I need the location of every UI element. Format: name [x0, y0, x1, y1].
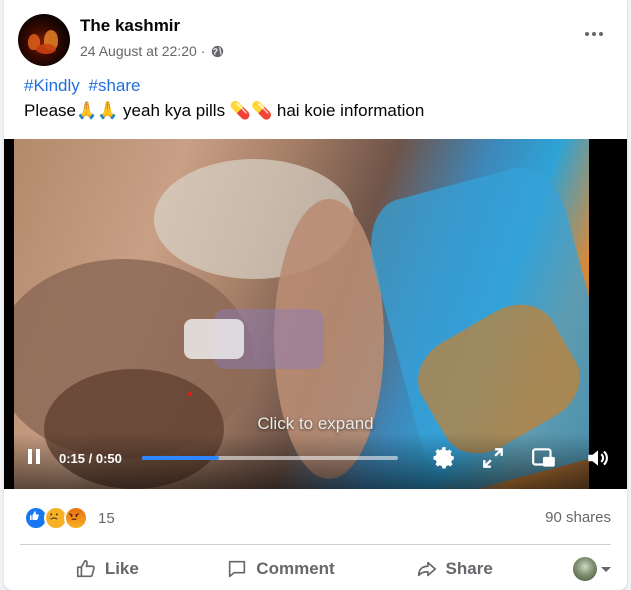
share-icon — [417, 561, 436, 577]
meta-separator: · — [200, 43, 206, 59]
volume-icon[interactable] — [585, 445, 611, 471]
share-button[interactable]: Share — [367, 550, 541, 588]
user-avatar — [573, 557, 598, 581]
post-card: The kashmir 24 August at 22:20 · #Kindly… — [4, 0, 627, 590]
post-text: Please🙏🙏 yeah kya pills 💊💊 hai koie info… — [24, 101, 425, 120]
hashtag-share[interactable]: #share — [89, 76, 141, 95]
video-time: 0:15 / 0:50 — [59, 451, 122, 466]
fullscreen-icon[interactable] — [480, 445, 506, 471]
video-controls: 0:15 / 0:50 — [4, 433, 627, 489]
comment-label: Comment — [256, 559, 335, 578]
post-header: The kashmir 24 August at 22:20 · — [18, 12, 613, 66]
more-options-icon — [585, 32, 589, 36]
chevron-down-icon — [601, 566, 612, 572]
comment-icon — [229, 560, 246, 578]
like-button[interactable]: Like — [20, 550, 194, 588]
video-progress-fill — [142, 456, 219, 460]
picture-in-picture-icon[interactable] — [531, 445, 557, 471]
hashtag-kindly[interactable]: #Kindly — [24, 76, 80, 95]
angry-reaction-icon — [64, 506, 88, 530]
shares-count[interactable]: 90 shares — [545, 509, 611, 526]
reactions-summary[interactable]: 15 — [24, 506, 115, 530]
comment-button[interactable]: Comment — [194, 550, 368, 588]
post-meta: 24 August at 22:20 · — [80, 43, 224, 59]
like-label: Like — [104, 559, 139, 578]
video-progress-bar[interactable] — [142, 456, 398, 460]
hashtags: #Kindly #share — [24, 76, 144, 96]
profile-switcher[interactable] — [541, 550, 612, 588]
post-actions: Like Comment Share — [20, 550, 612, 588]
globe-icon[interactable] — [211, 45, 224, 58]
click-to-expand-hint[interactable]: Click to expand — [4, 414, 627, 434]
share-label: Share — [445, 559, 493, 578]
more-options-button[interactable] — [579, 24, 609, 44]
actions-divider — [20, 544, 611, 545]
like-icon — [76, 559, 95, 578]
post-timestamp[interactable]: 24 August at 22:20 — [80, 43, 197, 59]
video-player[interactable]: Click to expand 0:15 / 0:50 — [4, 139, 627, 489]
pause-icon[interactable] — [26, 447, 44, 467]
page-name[interactable]: The kashmir — [80, 16, 180, 36]
page-avatar[interactable] — [18, 14, 70, 66]
settings-gear-icon[interactable] — [431, 445, 457, 471]
reaction-count[interactable]: 15 — [98, 510, 115, 527]
